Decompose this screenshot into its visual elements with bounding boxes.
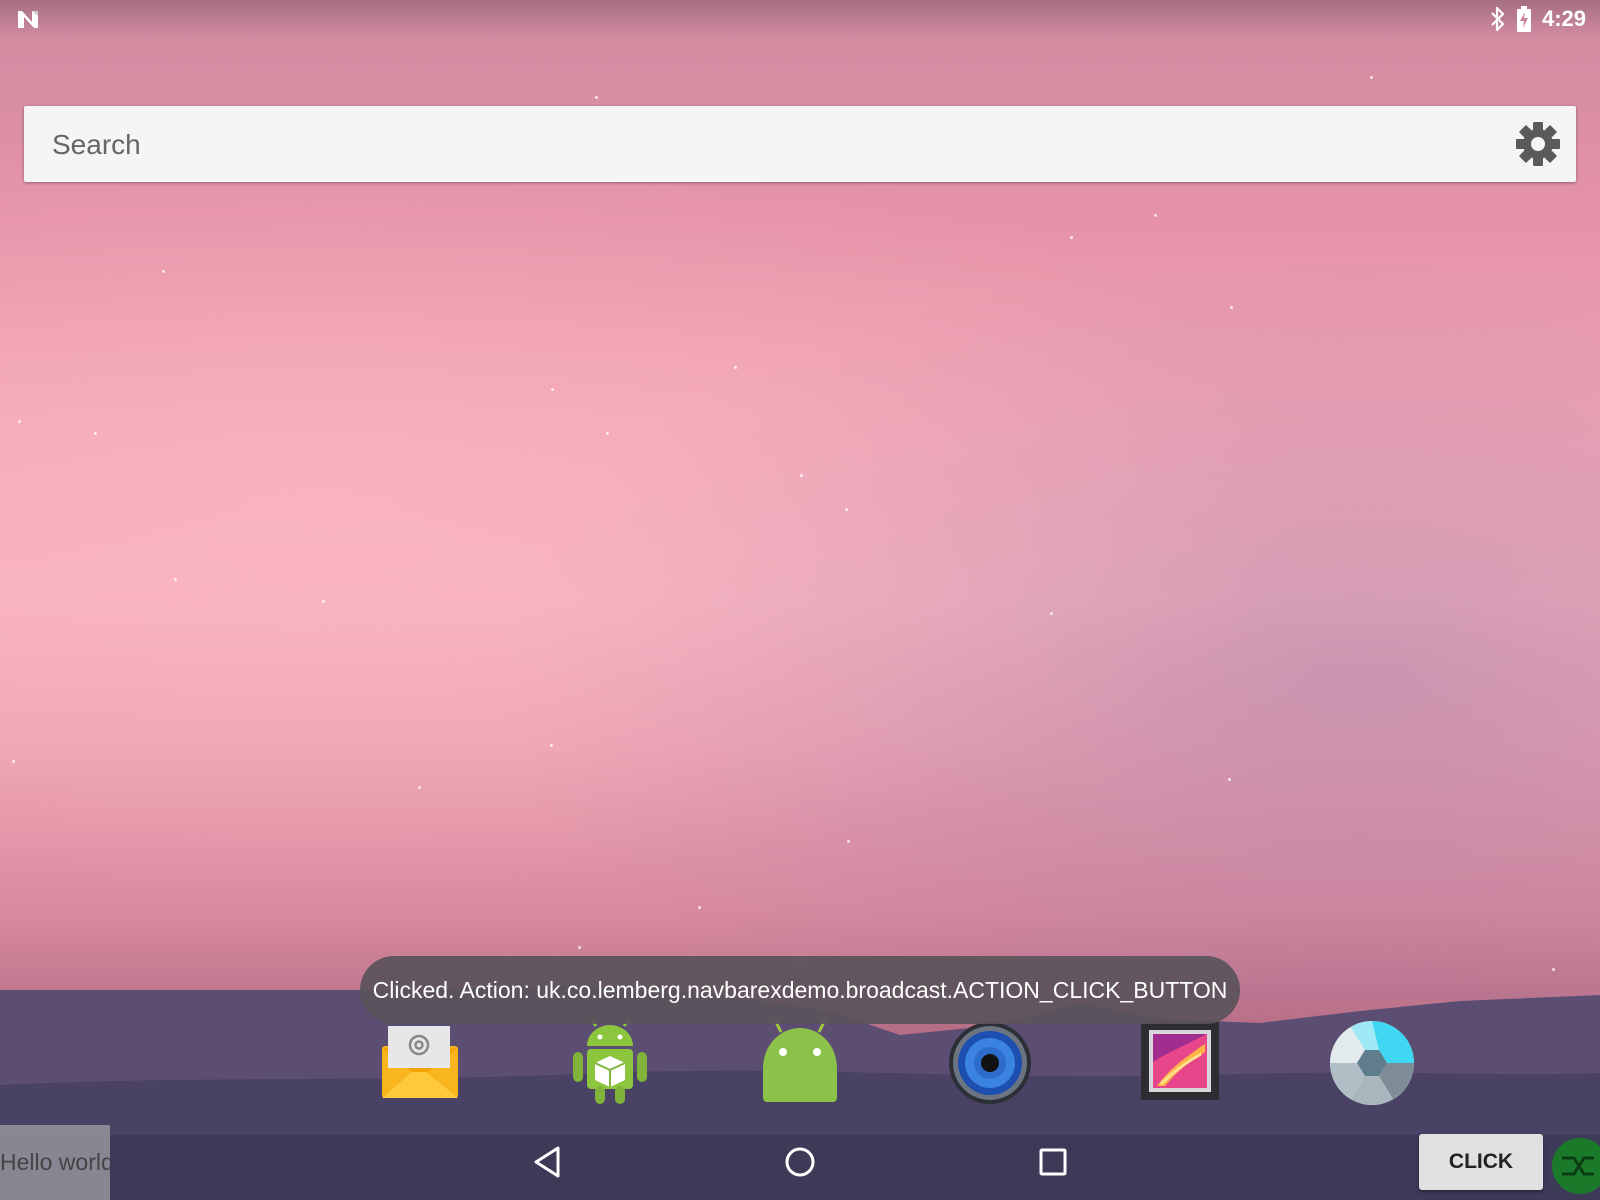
speaker-icon[interactable] [945,1018,1035,1108]
back-icon[interactable] [522,1136,574,1188]
toast-text: Clicked. Action: uk.co.lemberg.navbarexd… [372,976,1228,1003]
gear-icon[interactable] [1514,120,1562,168]
email-icon[interactable] [374,1018,464,1108]
status-clock: 4:29 [1541,6,1586,31]
search-input[interactable] [50,122,1454,168]
android-icon[interactable] [755,1018,845,1108]
navigation-bar [0,1122,1600,1200]
hello-world-text: Hello world [0,1149,110,1175]
shuffle-icon [1562,1156,1594,1176]
shuffle-fab[interactable] [1552,1138,1600,1194]
battery-charging-icon [1516,6,1531,32]
click-button[interactable]: CLICK [1419,1134,1543,1190]
status-icons: 4:29 [1490,6,1586,32]
status-bar: 4:29 [0,0,1600,38]
camera-aperture-icon[interactable] [1327,1018,1417,1108]
toast-message: Clicked. Action: uk.co.lemberg.navbarexd… [360,956,1240,1024]
android-robot-box-icon[interactable] [565,1018,655,1108]
gallery-icon[interactable] [1135,1018,1225,1108]
n-notification-icon [18,11,38,28]
search-bar [24,106,1576,182]
bluetooth-icon [1491,6,1505,32]
home-icon[interactable] [774,1136,826,1188]
hello-world-label: Hello world [0,1125,110,1200]
recents-icon[interactable] [1027,1136,1079,1188]
